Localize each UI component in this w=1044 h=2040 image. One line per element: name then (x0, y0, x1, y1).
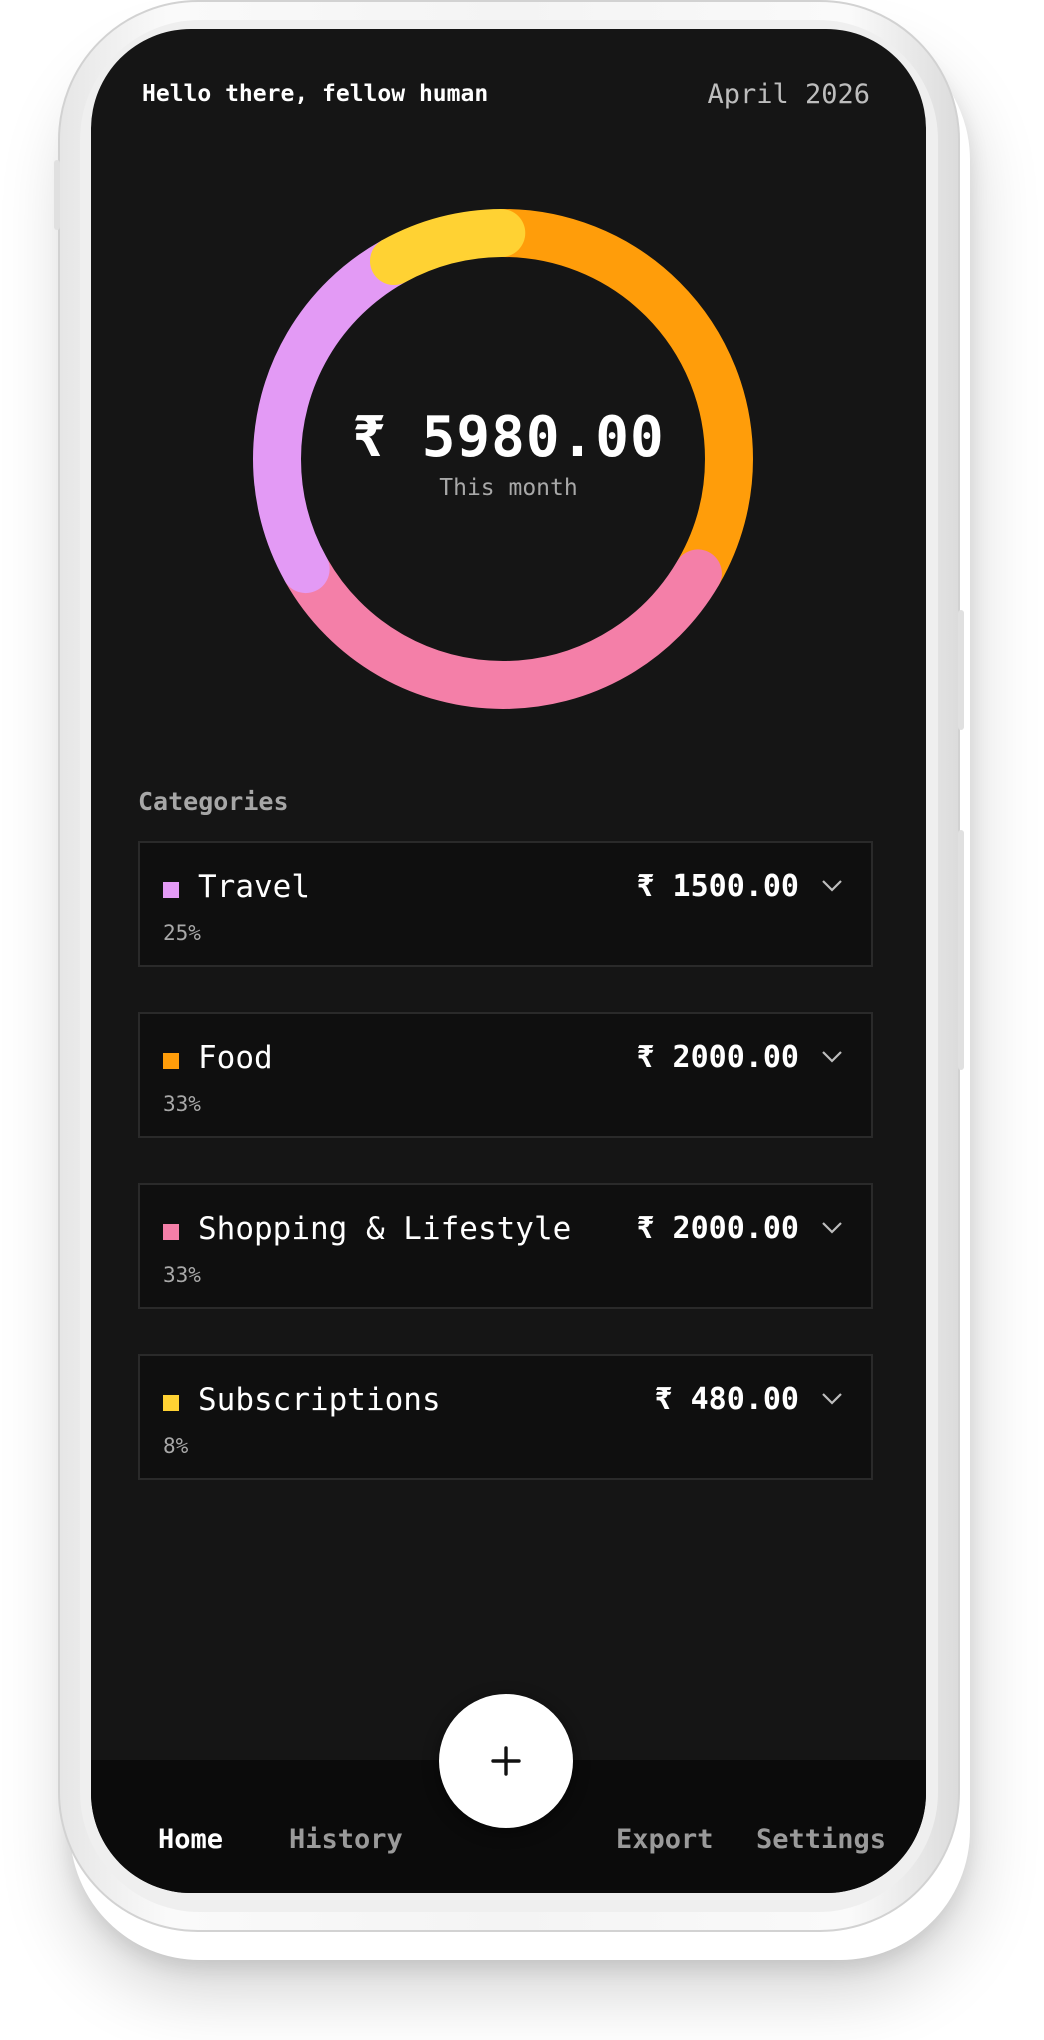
category-card-food[interactable]: Food 33% ₹ 2000.00 (138, 1012, 873, 1138)
category-card-shopping[interactable]: Shopping & Lifestyle 33% ₹ 2000.00 (138, 1183, 873, 1309)
total-amount: ₹ 5980.00 (352, 405, 665, 470)
category-percent: 25% (163, 921, 201, 945)
chevron-down-icon[interactable] (821, 1221, 843, 1235)
chevron-down-icon[interactable] (821, 1050, 843, 1064)
category-amount: ₹ 2000.00 (636, 1040, 799, 1075)
category-color-swatch (163, 1053, 179, 1069)
phone-side-button (54, 160, 60, 230)
nav-settings[interactable]: Settings (756, 1824, 886, 1855)
plus-icon (491, 1746, 521, 1776)
category-color-swatch (163, 882, 179, 898)
category-color-swatch (163, 1395, 179, 1411)
category-percent: 8% (163, 1434, 189, 1458)
greeting-text: Hello there, fellow human (142, 81, 489, 107)
category-amount: ₹ 480.00 (654, 1382, 800, 1417)
nav-home[interactable]: Home (158, 1824, 223, 1855)
month-selector[interactable]: April 2026 (707, 79, 870, 110)
category-percent: 33% (163, 1092, 201, 1116)
category-name: Food (198, 1040, 273, 1076)
nav-history[interactable]: History (289, 1824, 403, 1855)
category-name: Shopping & Lifestyle (198, 1211, 572, 1247)
chevron-down-icon[interactable] (821, 1392, 843, 1406)
category-name: Travel (198, 869, 310, 905)
category-list: Travel 25% ₹ 1500.00 Food 33% ₹ 2000.00 … (138, 841, 873, 1525)
nav-export[interactable]: Export (616, 1824, 714, 1855)
categories-heading: Categories (138, 787, 289, 816)
category-percent: 33% (163, 1263, 201, 1287)
category-amount: ₹ 1500.00 (636, 869, 799, 904)
app-screen: Hello there, fellow human April 2026 ₹ 5… (91, 29, 926, 1893)
total-caption: This month (439, 475, 578, 501)
phone-side-button (958, 610, 964, 730)
category-color-swatch (163, 1224, 179, 1240)
category-card-travel[interactable]: Travel 25% ₹ 1500.00 (138, 841, 873, 967)
category-amount: ₹ 2000.00 (636, 1211, 799, 1246)
category-name: Subscriptions (198, 1382, 441, 1418)
category-card-subscriptions[interactable]: Subscriptions 8% ₹ 480.00 (138, 1354, 873, 1480)
phone-side-button (958, 830, 964, 1070)
add-expense-button[interactable] (439, 1694, 573, 1828)
chevron-down-icon[interactable] (821, 879, 843, 893)
